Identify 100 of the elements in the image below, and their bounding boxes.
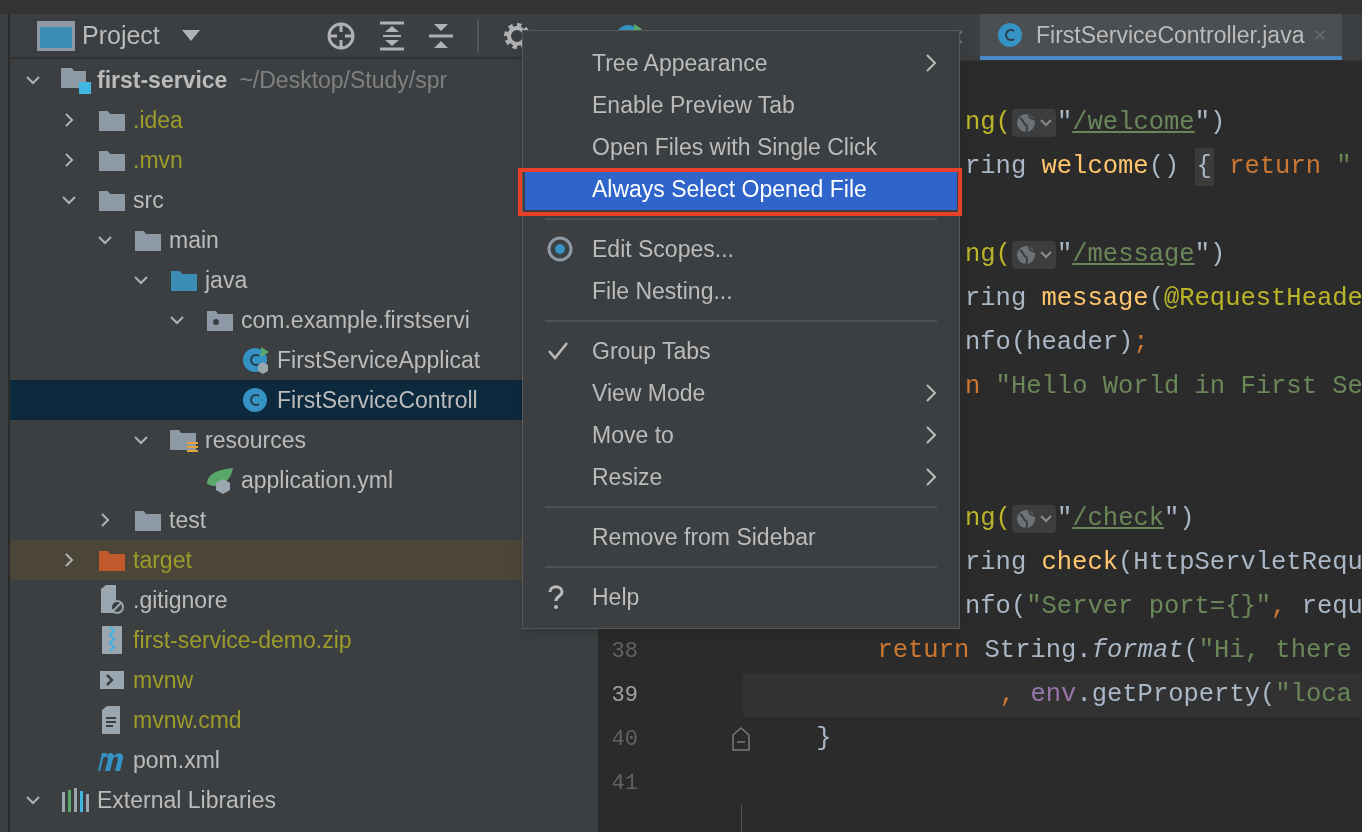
code-token: requ	[1300, 590, 1362, 623]
line-number: 39	[610, 681, 638, 710]
window-icon	[36, 19, 76, 52]
tree-label: java	[205, 265, 248, 295]
code-token: message	[1041, 282, 1149, 315]
code-token: }	[815, 722, 832, 755]
folded-brace[interactable]: {	[1194, 147, 1214, 187]
code-token: "	[1056, 502, 1073, 535]
code-token: nfo(header)	[965, 326, 1134, 359]
code-token: "Hi, there	[1198, 634, 1352, 667]
tree-row[interactable]: first-service-demo.zip	[10, 620, 598, 660]
tree-label: resources	[205, 425, 306, 455]
menu-item[interactable]: Edit Scopes...	[525, 228, 957, 270]
tree-row[interactable]: mvnw.cmd	[10, 700, 598, 740]
code-token: "	[1335, 150, 1352, 183]
menu-item[interactable]: Tree Appearance	[525, 42, 957, 84]
code-token: welcome	[1041, 150, 1149, 183]
code-token: ring	[965, 282, 1028, 315]
code-token: (	[1183, 634, 1199, 667]
tree-row[interactable]: pom.xml	[10, 740, 598, 780]
checkmark-icon	[547, 341, 569, 361]
code-token: ")	[1194, 106, 1226, 139]
tree-label: target	[133, 545, 192, 575]
code-token: ")	[1194, 238, 1226, 271]
code-token: .getProperty(	[1076, 678, 1276, 711]
code-token: return	[1228, 150, 1321, 183]
tree-label: .gitignore	[133, 585, 228, 615]
code-token: "Hello World in First Se	[994, 370, 1362, 403]
tree-label: test	[169, 505, 207, 535]
line-number: 40	[610, 725, 638, 754]
chevron-right-icon	[925, 53, 937, 73]
tree-label: mvnw.cmd	[133, 705, 242, 735]
code-token: ,	[1271, 590, 1287, 623]
globe-inlay-icon[interactable]	[1011, 109, 1056, 137]
code-token: "	[1056, 106, 1073, 139]
chevron-right-icon	[925, 467, 937, 487]
crosshair-icon[interactable]	[326, 20, 356, 51]
code-token: /message	[1072, 238, 1195, 271]
code-token: "	[1056, 238, 1073, 271]
code-token: "Server port={}"	[1026, 590, 1272, 623]
line-number: 41	[610, 769, 638, 798]
chevron-right-icon	[925, 383, 937, 403]
menu-item[interactable]: Enable Preview Tab	[525, 84, 957, 126]
tree-label: FirstServiceControll	[277, 385, 478, 415]
tree-label: FirstServiceApplicat	[277, 345, 481, 375]
code-token: format	[1091, 634, 1184, 667]
code-token: ng(	[965, 238, 1011, 271]
code-token: ring	[965, 546, 1028, 579]
caret-down-icon	[181, 29, 200, 42]
code-token: ,	[998, 678, 1017, 711]
tree-row[interactable]: External Libraries	[10, 780, 598, 820]
expand-all-icon[interactable]	[379, 20, 405, 51]
tree-label: main	[169, 225, 219, 255]
tree-label: first-service	[97, 65, 228, 95]
tree-label: application.yml	[241, 465, 394, 495]
globe-inlay-icon[interactable]	[1011, 241, 1056, 269]
project-view-dropdown[interactable]: Project	[82, 16, 200, 55]
code-token: (	[1148, 282, 1164, 315]
project-path: ~/Desktop/Study/spr	[239, 65, 448, 95]
code-token: /check	[1072, 502, 1165, 535]
code-token: ")	[1164, 502, 1195, 535]
tree-row[interactable]: mvnw	[10, 660, 598, 700]
module-folder-icon	[60, 65, 92, 95]
code-token: return	[876, 634, 970, 667]
code-token: String.	[983, 634, 1092, 667]
radio-dot-icon	[547, 236, 573, 262]
code-token: nfo(	[965, 590, 1027, 623]
code-token: ()	[1148, 150, 1181, 183]
code-token: n	[965, 370, 981, 403]
menu-item[interactable]: Open Files with Single Click	[525, 126, 957, 168]
archive-icon	[100, 625, 124, 655]
tree-label: first-service-demo.zip	[133, 625, 352, 655]
code-token: ng(	[965, 106, 1011, 139]
tree-label: .mvn	[133, 145, 183, 175]
tree-label: src	[133, 185, 164, 215]
chevron-right-icon	[925, 425, 937, 445]
tree-label: .idea	[133, 105, 183, 135]
code-token: env	[1030, 678, 1077, 711]
tree-label: pom.xml	[133, 745, 220, 775]
question-mark-icon	[547, 584, 565, 610]
code-token: ng(	[965, 502, 1011, 535]
globe-inlay-icon[interactable]	[1011, 505, 1056, 533]
editor-tab[interactable]: FirstServiceController.java	[980, 14, 1342, 60]
libraries-icon	[61, 786, 91, 814]
code-token: ring	[965, 150, 1028, 183]
terminal-icon	[99, 668, 125, 692]
code-token: @RequestHeade	[1163, 282, 1362, 315]
leaf-gear-icon	[205, 466, 235, 494]
line-number: 38	[610, 637, 638, 666]
code-token: "loca	[1275, 678, 1352, 711]
code-token: check	[1041, 546, 1119, 579]
tree-label: External Libraries	[97, 785, 276, 815]
code-token: ;	[1133, 326, 1149, 359]
code-token: (HttpServletRequ	[1118, 546, 1362, 579]
tree-label: mvnw	[133, 665, 194, 695]
tree-label: com.example.firstservi	[241, 305, 470, 335]
fold-marker-icon[interactable]	[732, 727, 750, 751]
code-token: /welcome	[1072, 106, 1195, 139]
menu-item[interactable]: Resize	[525, 456, 957, 498]
ignore-file-icon	[99, 585, 125, 615]
